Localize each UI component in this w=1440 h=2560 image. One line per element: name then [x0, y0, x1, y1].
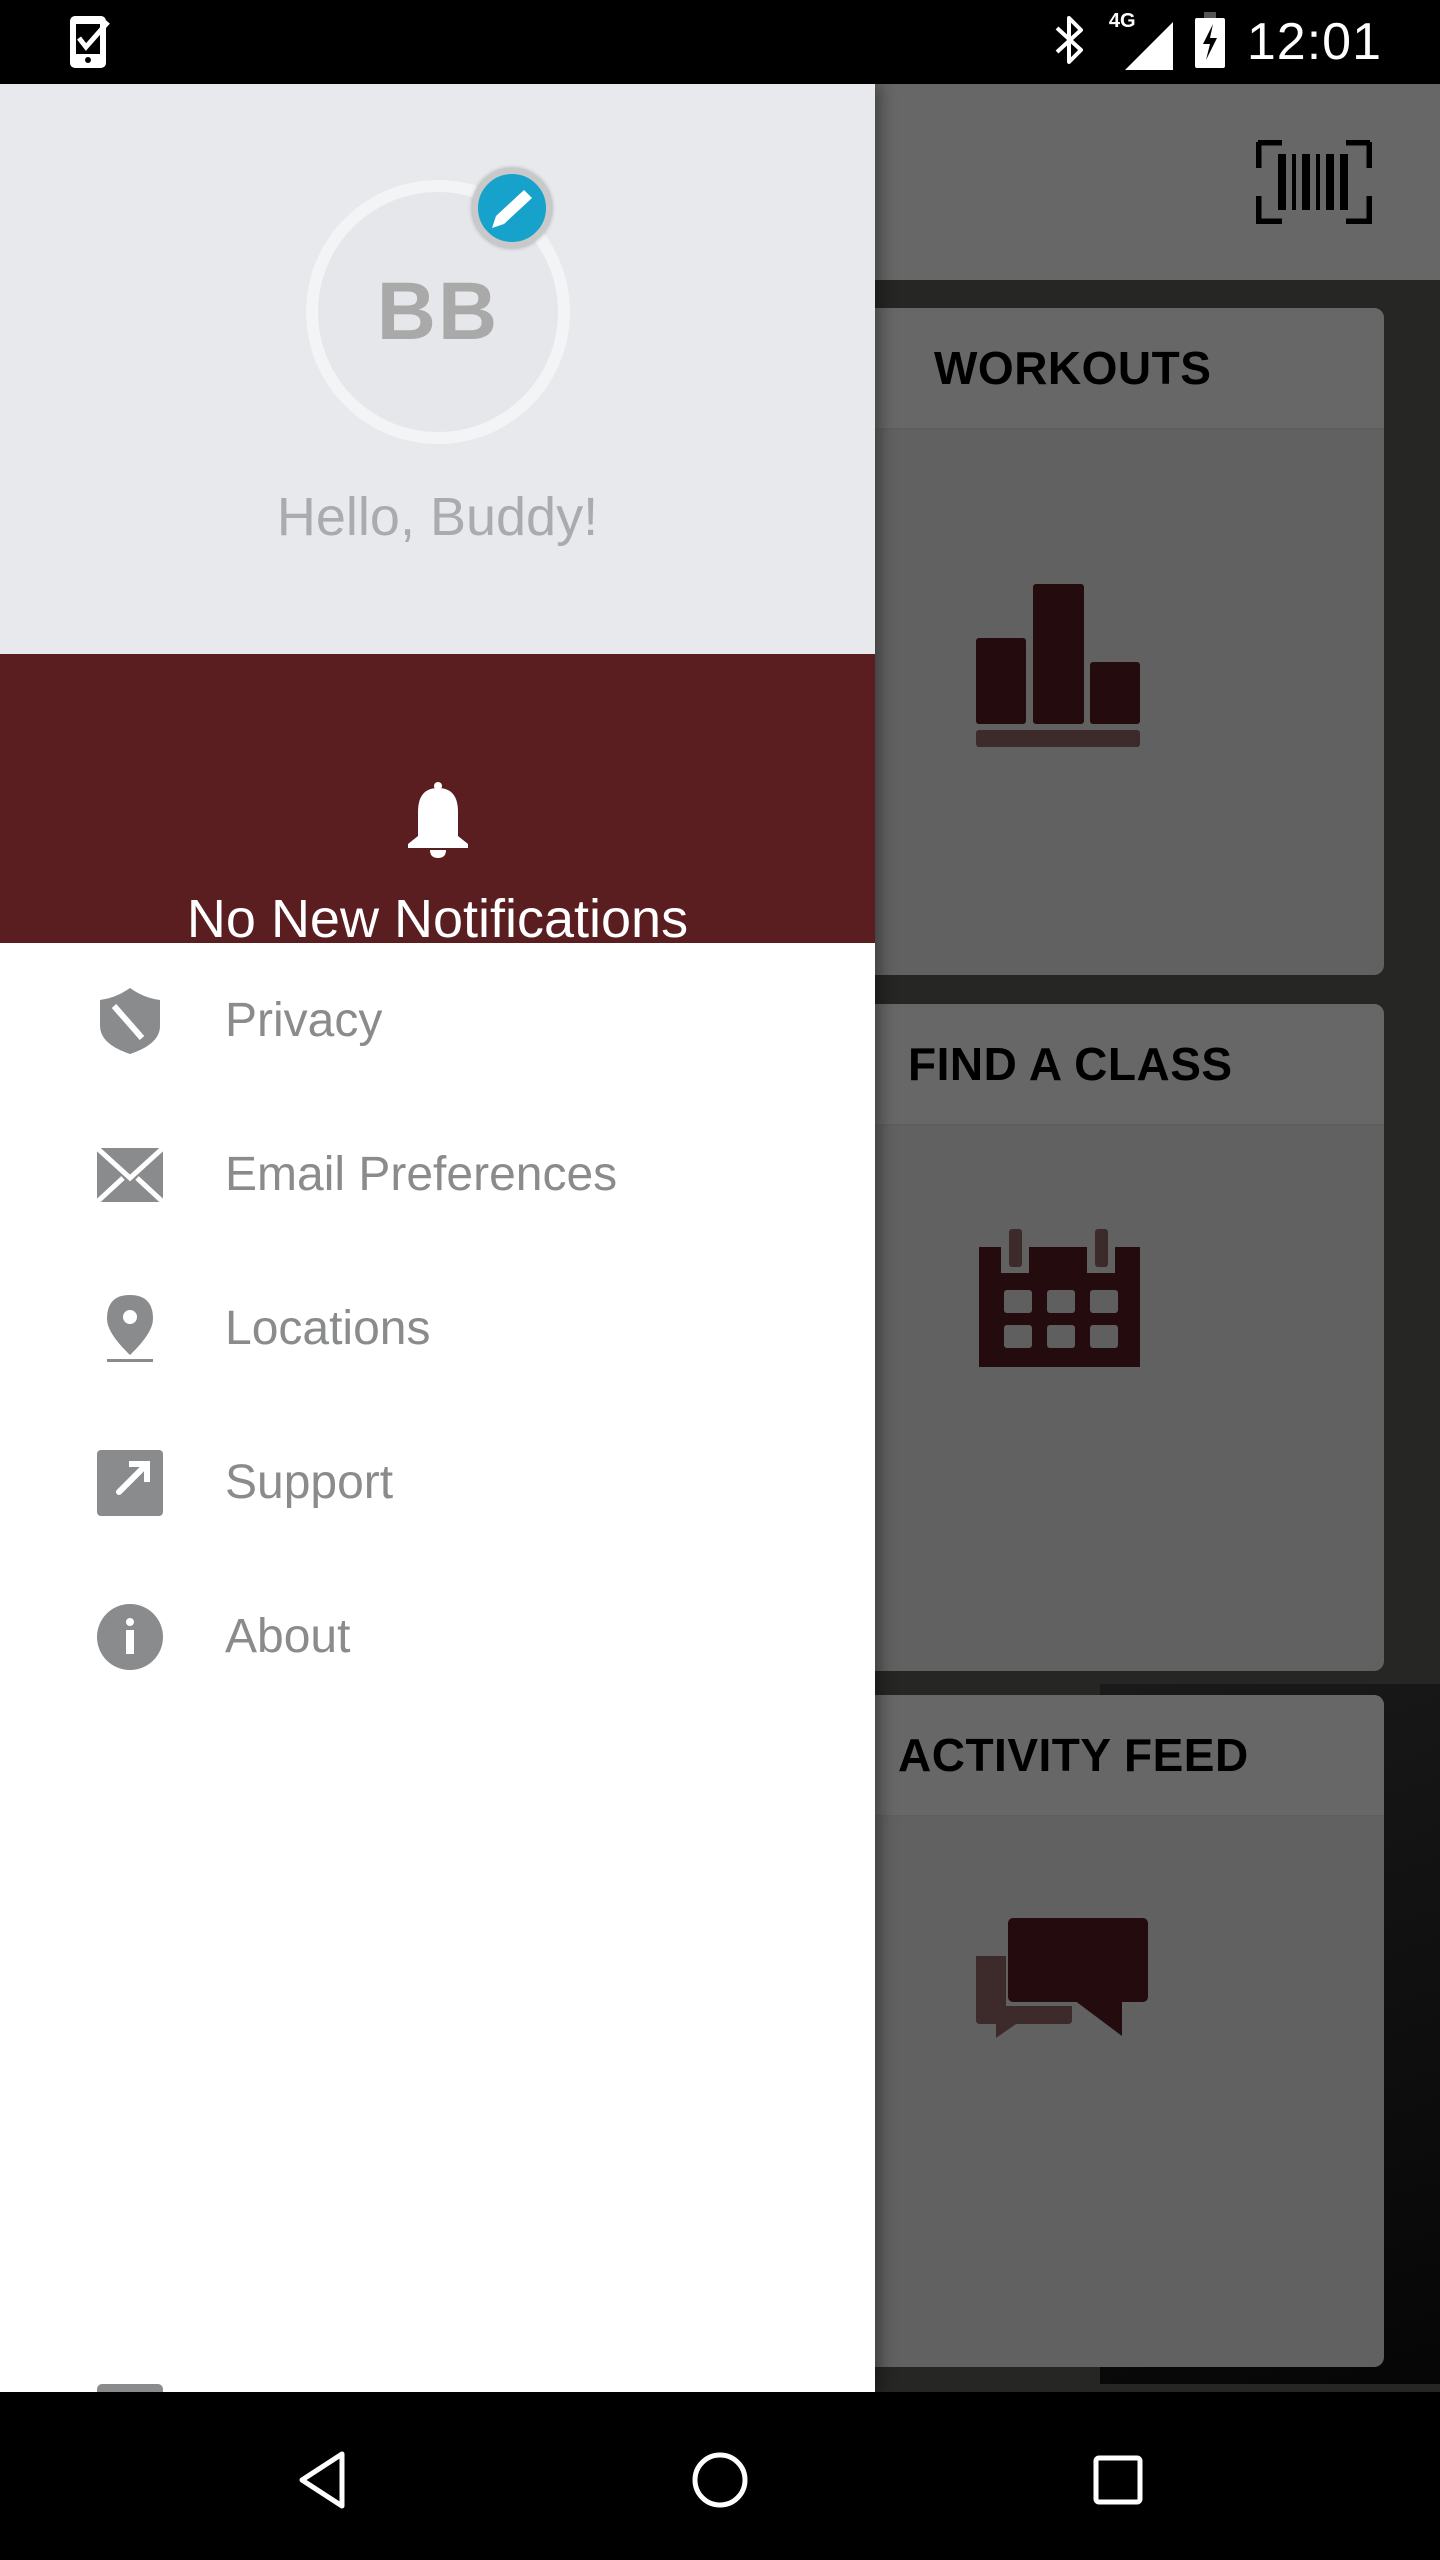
task-check-icon	[70, 16, 114, 68]
recents-button[interactable]	[1070, 2432, 1166, 2528]
info-icon	[96, 1603, 164, 1671]
envelope-icon	[96, 1141, 164, 1209]
tile-header: ACTIVITY FEED	[850, 1695, 1384, 1817]
shield-icon	[96, 987, 164, 1055]
home-icon	[692, 2452, 748, 2508]
external-link-icon	[96, 1449, 164, 1517]
recents-icon	[1093, 2455, 1143, 2505]
menu-item-label: Locations	[225, 1301, 431, 1355]
notifications-panel[interactable]: No New Notifications	[0, 654, 875, 949]
bar-chart-icon	[976, 578, 1158, 761]
barcode-scan-icon	[1254, 138, 1374, 226]
bluetooth-icon	[1053, 14, 1087, 71]
menu-item-support[interactable]: Support	[0, 1405, 875, 1559]
tile-title: WORKOUTS	[934, 342, 1212, 394]
menu-item-label: About	[225, 1609, 351, 1663]
barcode-scan-button[interactable]	[1254, 138, 1374, 226]
signal-icon: 4G	[1109, 10, 1173, 70]
map-pin-icon	[96, 1295, 164, 1363]
tile-header: WORKOUTS	[850, 308, 1384, 430]
avatar-initials: BB	[376, 266, 500, 357]
menu-item-label: Email Preferences	[225, 1147, 618, 1201]
system-navigation-bar	[0, 2392, 1440, 2560]
back-icon	[299, 2451, 345, 2509]
clock: 12:01	[1246, 13, 1382, 71]
menu-item-label: Privacy	[225, 993, 383, 1047]
menu-item-privacy[interactable]: Privacy	[0, 943, 875, 1097]
menu-item-locations[interactable]: Locations	[0, 1251, 875, 1405]
notifications-status: No New Notifications	[186, 889, 689, 949]
activity-feed-tile[interactable]: ACTIVITY FEED	[850, 1695, 1384, 2367]
greeting: Hello, Buddy!	[276, 487, 599, 547]
bell-icon	[408, 782, 468, 858]
back-button[interactable]	[274, 2432, 370, 2528]
navigation-drawer: BB Hello, Buddy! No New Notifications Pr…	[0, 84, 875, 2450]
calendar-icon	[976, 1229, 1146, 1376]
tile-title: ACTIVITY FEED	[898, 1729, 1249, 1781]
tile-title: FIND A CLASS	[908, 1038, 1233, 1090]
drawer-header: BB Hello, Buddy!	[0, 84, 875, 654]
tile-header: FIND A CLASS	[850, 1004, 1384, 1126]
menu-item-about[interactable]: About	[0, 1559, 875, 1713]
edit-profile-button[interactable]	[472, 168, 552, 248]
home-button[interactable]	[672, 2432, 768, 2528]
status-bar: 4G 12:01	[0, 0, 1440, 84]
find-a-class-tile[interactable]: FIND A CLASS	[850, 1004, 1384, 1671]
workouts-tile[interactable]: WORKOUTS	[850, 308, 1384, 975]
pencil-icon	[492, 190, 532, 228]
battery-charging-icon	[1194, 11, 1225, 73]
menu-item-label: Support	[225, 1455, 394, 1509]
menu-item-email-preferences[interactable]: Email Preferences	[0, 1097, 875, 1251]
chat-bubbles-icon	[972, 1918, 1162, 2093]
